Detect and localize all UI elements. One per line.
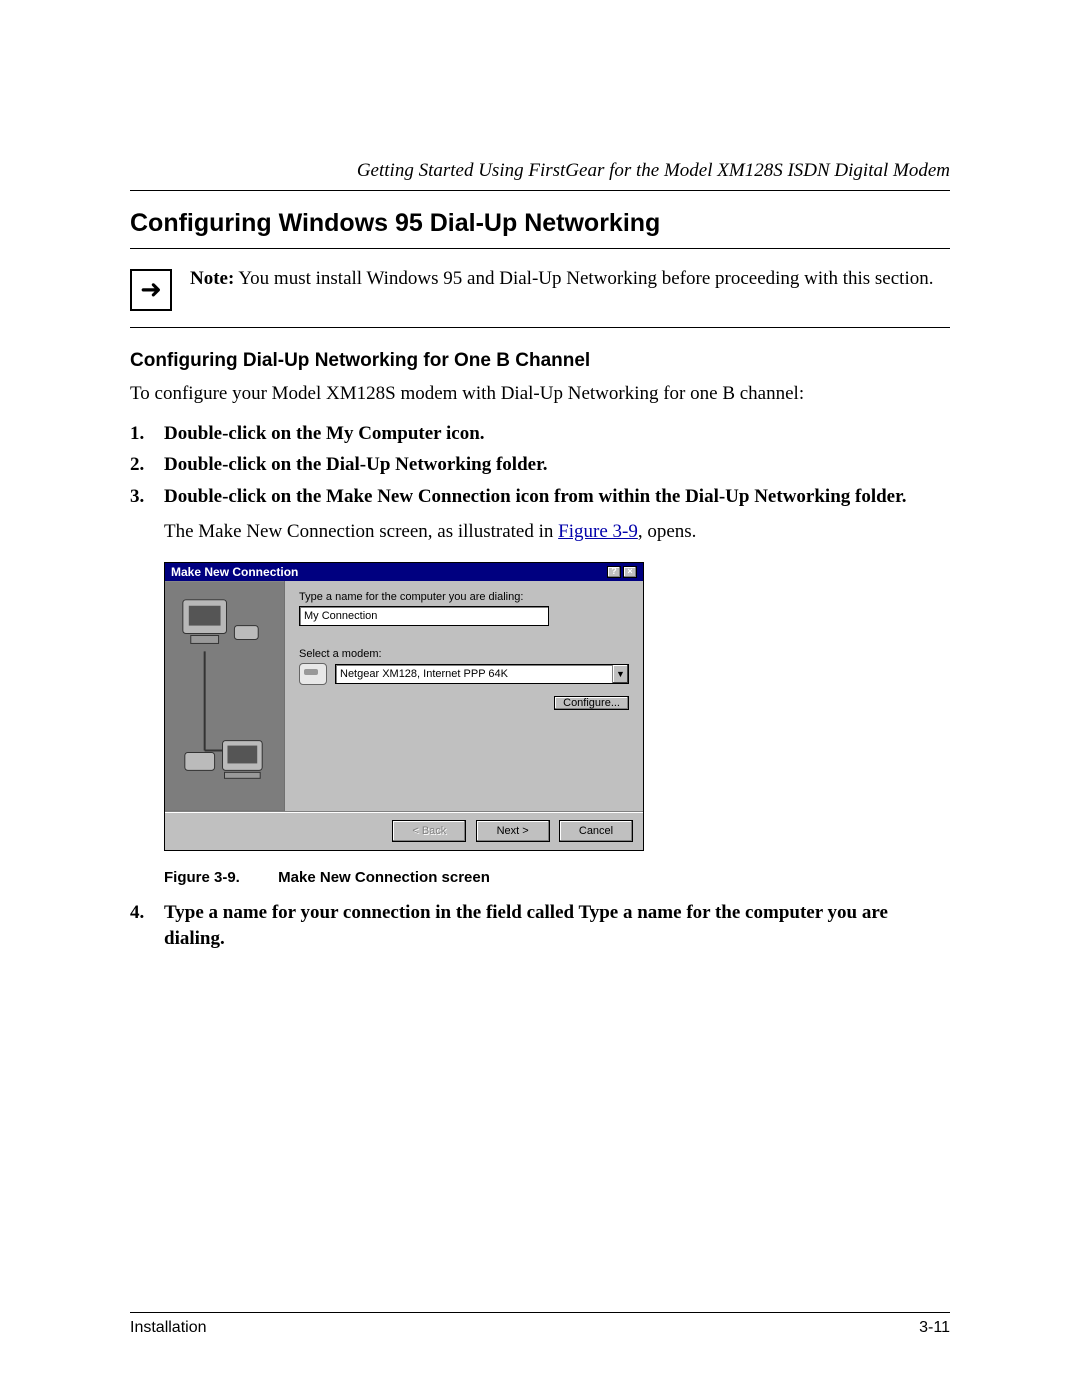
figure-label: Figure 3-9. [164, 869, 274, 886]
running-head: Getting Started Using FirstGear for the … [130, 160, 950, 182]
modem-field-label: Select a modem: [299, 648, 629, 660]
note-label: Note: [190, 268, 234, 289]
dialog-body: Type a name for the computer you are dia… [165, 581, 643, 811]
step-2: Double-click on the Dial-Up Networking f… [130, 452, 950, 478]
figure-caption-text: Make New Connection screen [278, 869, 490, 886]
step-4: Type a name for your connection in the f… [130, 900, 950, 951]
footer-rule [130, 1312, 950, 1313]
step-3-follow-post: , opens. [638, 521, 697, 542]
section-title: Configuring Windows 95 Dial-Up Networkin… [130, 209, 950, 238]
note-rule [130, 327, 950, 328]
figure-3-9: Make New Connection ? × [164, 562, 950, 886]
footer-page-number: 3-11 [919, 1319, 950, 1337]
help-button-icon[interactable]: ? [607, 566, 621, 578]
arrow-right-icon: ➜ [130, 269, 172, 311]
wizard-side-graphic [165, 581, 285, 811]
document-page: Getting Started Using FirstGear for the … [0, 0, 1080, 1397]
note-block: ➜ Note: You must install Windows 95 and … [130, 267, 950, 311]
dialog-footer: < Back Next > Cancel [165, 811, 643, 850]
subsection-intro: To configure your Model XM128S modem wit… [130, 382, 950, 407]
dialog-titlebar[interactable]: Make New Connection ? × [165, 563, 643, 581]
modem-select[interactable]: Netgear XM128, Internet PPP 64K ▼ [335, 664, 629, 684]
name-field-label: Type a name for the computer you are dia… [299, 591, 629, 603]
title-rule [130, 248, 950, 249]
page-footer: Installation 3-11 [130, 1312, 950, 1337]
modem-icon [299, 663, 327, 685]
computer-phone-illustration-icon [165, 581, 284, 811]
configure-button[interactable]: Configure... [554, 696, 629, 710]
dialog-main: Type a name for the computer you are dia… [285, 581, 643, 811]
next-button[interactable]: Next > [476, 820, 550, 842]
chevron-down-icon[interactable]: ▼ [612, 665, 628, 683]
footer-section: Installation [130, 1319, 207, 1337]
win95-dialog: Make New Connection ? × [164, 562, 644, 851]
step-list-continued: Type a name for your connection in the f… [130, 900, 950, 951]
titlebar-buttons: ? × [607, 566, 637, 578]
subsection-title: Configuring Dial-Up Networking for One B… [130, 350, 950, 372]
note-text: Note: You must install Windows 95 and Di… [190, 267, 933, 292]
step-3: Double-click on the Make New Connection … [130, 484, 950, 510]
cancel-button[interactable]: Cancel [559, 820, 633, 842]
step-1: Double-click on the My Computer icon. [130, 421, 950, 447]
figure-link[interactable]: Figure 3-9 [558, 521, 638, 542]
close-icon[interactable]: × [623, 566, 637, 578]
back-button: < Back [392, 820, 466, 842]
step-3-followup: The Make New Connection screen, as illus… [164, 520, 950, 545]
modem-select-value: Netgear XM128, Internet PPP 64K [340, 668, 508, 680]
note-body: You must install Windows 95 and Dial-Up … [234, 268, 933, 289]
figure-caption: Figure 3-9. Make New Connection screen [164, 869, 950, 886]
connection-name-input[interactable]: My Connection [299, 606, 549, 626]
step-3-follow-pre: The Make New Connection screen, as illus… [164, 521, 558, 542]
top-rule [130, 190, 950, 191]
step-list: Double-click on the My Computer icon. Do… [130, 421, 950, 510]
modem-row: Netgear XM128, Internet PPP 64K ▼ [299, 663, 629, 685]
dialog-title: Make New Connection [171, 565, 298, 579]
